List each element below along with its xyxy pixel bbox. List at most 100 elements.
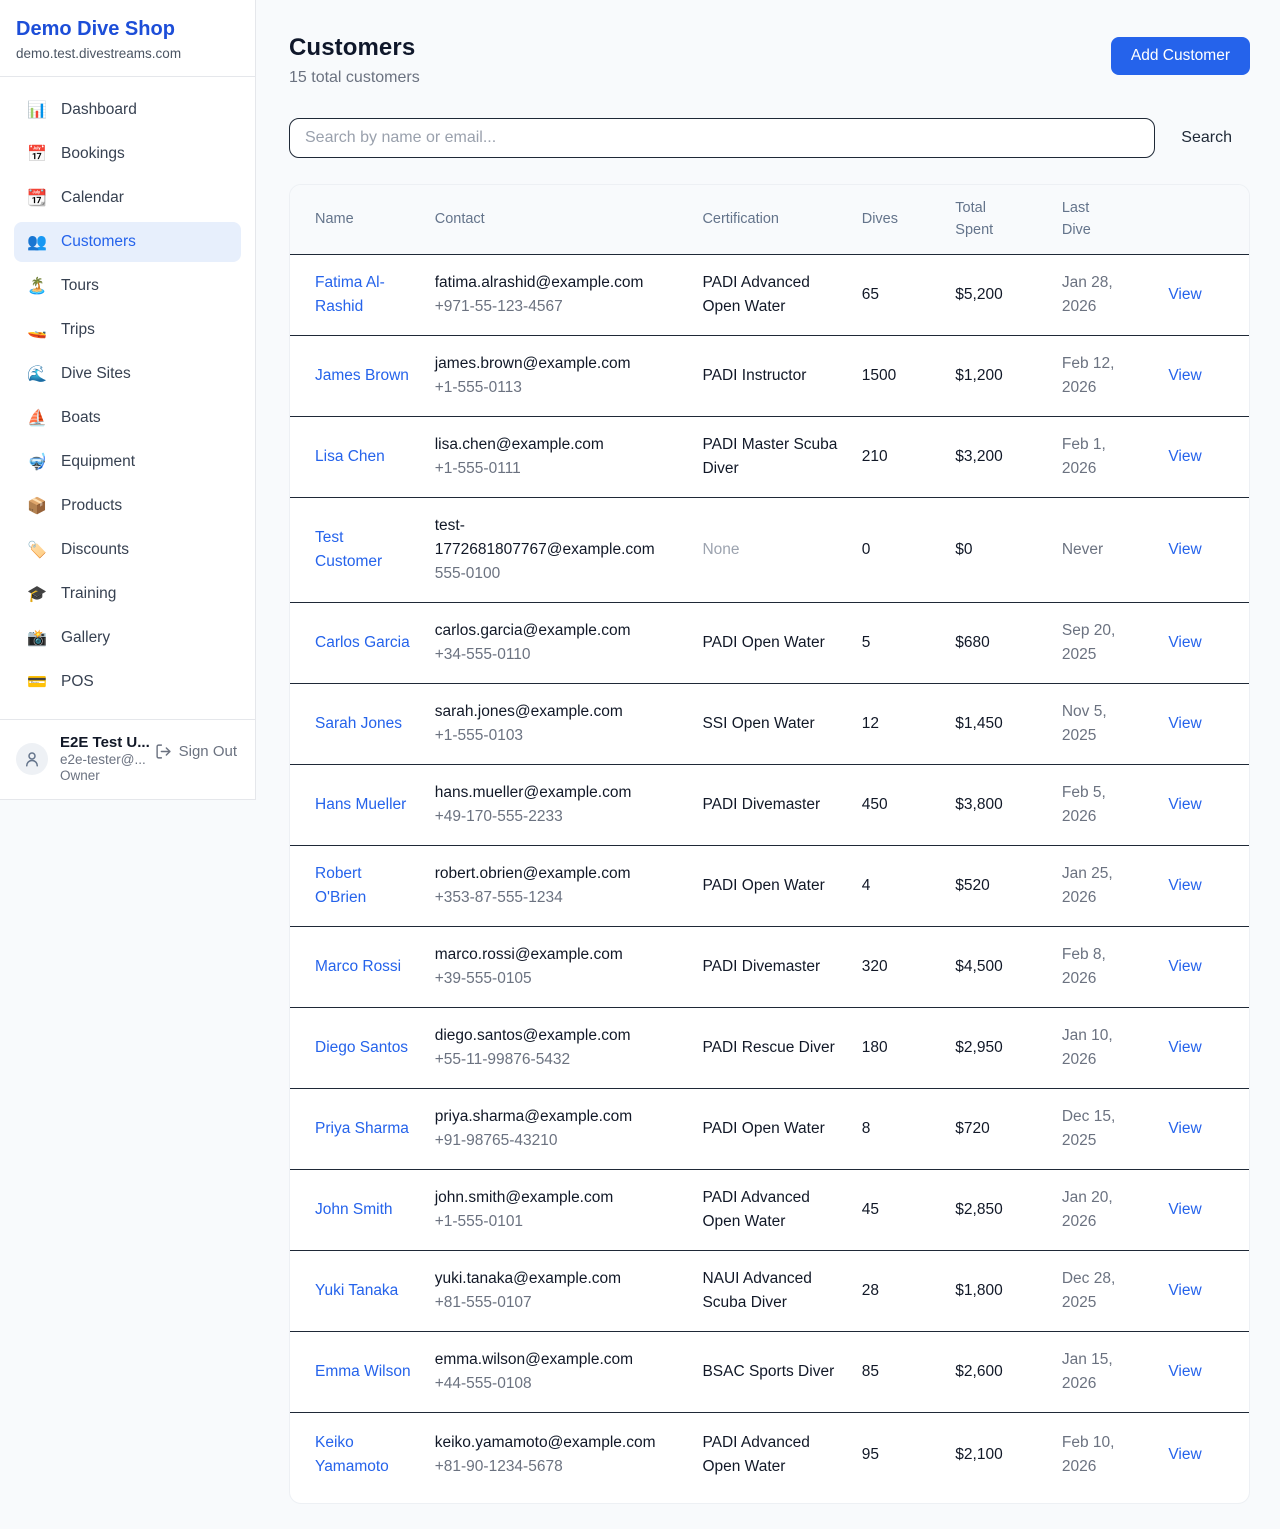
view-link[interactable]: View bbox=[1168, 448, 1201, 465]
customer-last-dive: Jan 10, 2026 bbox=[1062, 1008, 1168, 1089]
customer-name-link[interactable]: Keiko Yamamoto bbox=[315, 1431, 411, 1479]
sidebar-item-gallery[interactable]: 📸 Gallery bbox=[14, 618, 241, 658]
sidebar-item-products[interactable]: 📦 Products bbox=[14, 486, 241, 526]
customer-phone: +1-555-0101 bbox=[435, 1210, 679, 1234]
view-link[interactable]: View bbox=[1168, 1201, 1201, 1218]
sidebar-item-equipment[interactable]: 🤿 Equipment bbox=[14, 442, 241, 482]
customer-name-link[interactable]: Sarah Jones bbox=[315, 712, 402, 736]
table-row: Emma Wilson emma.wilson@example.com+44-5… bbox=[290, 1332, 1249, 1413]
customer-phone: +1-555-0111 bbox=[435, 457, 679, 481]
customer-name-link[interactable]: James Brown bbox=[315, 364, 409, 388]
sidebar-item-dive-sites[interactable]: 🌊 Dive Sites bbox=[14, 354, 241, 394]
table-row: Test Customer test-1772681807767@example… bbox=[290, 498, 1249, 603]
customer-phone: +1-555-0113 bbox=[435, 376, 679, 400]
customer-dives: 450 bbox=[862, 765, 956, 846]
customer-name-link[interactable]: Yuki Tanaka bbox=[315, 1279, 398, 1303]
customer-name-link[interactable]: Emma Wilson bbox=[315, 1360, 411, 1384]
view-link[interactable]: View bbox=[1168, 1120, 1201, 1137]
sidebar-item-pos[interactable]: 💳 POS bbox=[14, 662, 241, 702]
customer-dives: 85 bbox=[862, 1332, 956, 1413]
view-link[interactable]: View bbox=[1168, 541, 1201, 558]
gallery-icon: 📸 bbox=[26, 627, 48, 649]
customer-name-link[interactable]: Diego Santos bbox=[315, 1036, 408, 1060]
view-link[interactable]: View bbox=[1168, 877, 1201, 894]
column-header-dives: Dives bbox=[862, 185, 956, 254]
pos-icon: 💳 bbox=[26, 671, 48, 693]
customer-phone: +49-170-555-2233 bbox=[435, 805, 679, 829]
view-link[interactable]: View bbox=[1168, 634, 1201, 651]
sign-out-button[interactable]: Sign Out bbox=[155, 743, 239, 774]
customer-total-spent: $1,200 bbox=[955, 335, 1062, 416]
customer-email: yuki.tanaka@example.com bbox=[435, 1267, 679, 1291]
dashboard-icon: 📊 bbox=[26, 99, 48, 121]
view-link[interactable]: View bbox=[1168, 796, 1201, 813]
customer-email: john.smith@example.com bbox=[435, 1186, 679, 1210]
customer-name-link[interactable]: Lisa Chen bbox=[315, 445, 385, 469]
equipment-icon: 🤿 bbox=[26, 451, 48, 473]
customer-certification: PADI Divemaster bbox=[702, 765, 861, 846]
sidebar-item-calendar[interactable]: 📆 Calendar bbox=[14, 178, 241, 218]
customer-email: robert.obrien@example.com bbox=[435, 862, 679, 886]
customer-certification: PADI Open Water bbox=[702, 1089, 861, 1170]
sidebar-item-discounts[interactable]: 🏷️ Discounts bbox=[14, 530, 241, 570]
search-input[interactable] bbox=[289, 118, 1155, 158]
sidebar-item-bookings[interactable]: 📅 Bookings bbox=[14, 134, 241, 174]
view-link[interactable]: View bbox=[1168, 1446, 1201, 1463]
sidebar-item-label: Training bbox=[61, 583, 116, 605]
add-customer-button[interactable]: Add Customer bbox=[1111, 37, 1250, 75]
search-button[interactable]: Search bbox=[1181, 129, 1250, 147]
user-section: E2E Test U... e2e-tester@... Owner Sign … bbox=[0, 719, 255, 799]
customer-last-dive: Feb 5, 2026 bbox=[1062, 765, 1168, 846]
customer-name-link[interactable]: Robert O'Brien bbox=[315, 862, 411, 910]
customer-phone: +34-555-0110 bbox=[435, 643, 679, 667]
sidebar-item-boats[interactable]: ⛵ Boats bbox=[14, 398, 241, 438]
customer-name-link[interactable]: John Smith bbox=[315, 1198, 393, 1222]
sidebar-item-dashboard[interactable]: 📊 Dashboard bbox=[14, 90, 241, 130]
sidebar-item-trips[interactable]: 🚤 Trips bbox=[14, 310, 241, 350]
view-link[interactable]: View bbox=[1168, 1363, 1201, 1380]
view-link[interactable]: View bbox=[1168, 715, 1201, 732]
search-row: Search bbox=[289, 118, 1250, 158]
customer-last-dive: Nov 5, 2025 bbox=[1062, 684, 1168, 765]
sidebar-item-label: Dive Sites bbox=[61, 363, 131, 385]
sidebar-item-label: Products bbox=[61, 495, 122, 517]
customer-dives: 210 bbox=[862, 417, 956, 498]
customer-total-spent: $0 bbox=[955, 498, 1062, 603]
customer-certification: SSI Open Water bbox=[702, 684, 861, 765]
view-link[interactable]: View bbox=[1168, 286, 1201, 303]
table-row: James Brown james.brown@example.com+1-55… bbox=[290, 335, 1249, 416]
customer-phone: 555-0100 bbox=[435, 562, 679, 586]
customer-phone: +1-555-0103 bbox=[435, 724, 679, 748]
customer-phone: +55-11-99876-5432 bbox=[435, 1048, 679, 1072]
customer-name-link[interactable]: Test Customer bbox=[315, 526, 411, 574]
customer-email: carlos.garcia@example.com bbox=[435, 619, 679, 643]
column-header-last-dive: Last Dive bbox=[1062, 185, 1168, 254]
main-content: Customers 15 total customers Add Custome… bbox=[256, 0, 1280, 1529]
customer-certification: PADI Instructor bbox=[702, 335, 861, 416]
view-link[interactable]: View bbox=[1168, 958, 1201, 975]
calendar-icon: 📆 bbox=[26, 187, 48, 209]
customer-name-link[interactable]: Hans Mueller bbox=[315, 793, 406, 817]
column-header-name: Name bbox=[290, 185, 435, 254]
tours-icon: 🏝️ bbox=[26, 275, 48, 297]
sidebar-item-label: POS bbox=[61, 671, 94, 693]
sidebar-item-customers[interactable]: 👥 Customers bbox=[14, 222, 241, 262]
view-link[interactable]: View bbox=[1168, 1039, 1201, 1056]
customer-name-link[interactable]: Carlos Garcia bbox=[315, 631, 410, 655]
view-link[interactable]: View bbox=[1168, 1282, 1201, 1299]
customer-dives: 8 bbox=[862, 1089, 956, 1170]
view-link[interactable]: View bbox=[1168, 367, 1201, 384]
customer-certification: BSAC Sports Diver bbox=[702, 1332, 861, 1413]
customer-name-link[interactable]: Marco Rossi bbox=[315, 955, 401, 979]
customer-name-link[interactable]: Priya Sharma bbox=[315, 1117, 409, 1141]
sidebar-item-label: Bookings bbox=[61, 143, 125, 165]
customer-name-link[interactable]: Fatima Al-Rashid bbox=[315, 271, 411, 319]
customers-icon: 👥 bbox=[26, 231, 48, 253]
sidebar-item-tours[interactable]: 🏝️ Tours bbox=[14, 266, 241, 306]
customer-dives: 1500 bbox=[862, 335, 956, 416]
customer-dives: 95 bbox=[862, 1413, 956, 1504]
customer-total-spent: $3,800 bbox=[955, 765, 1062, 846]
customer-email: keiko.yamamoto@example.com bbox=[435, 1431, 679, 1455]
discounts-icon: 🏷️ bbox=[26, 539, 48, 561]
sidebar-item-training[interactable]: 🎓 Training bbox=[14, 574, 241, 614]
